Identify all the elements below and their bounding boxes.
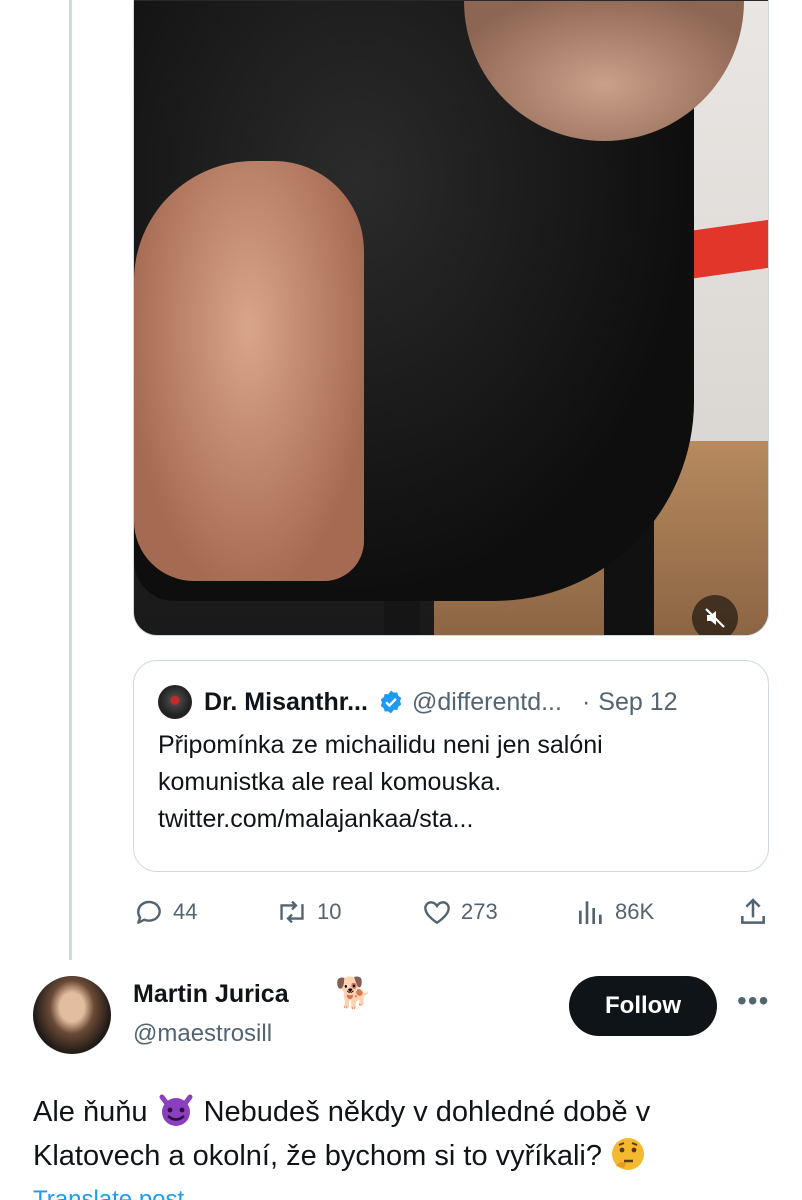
verified-badge-icon — [378, 689, 404, 715]
like-button[interactable]: 273 — [421, 896, 498, 928]
smiling-devil-emoji-icon — [156, 1093, 196, 1127]
like-count: 273 — [461, 899, 498, 924]
retweet-button[interactable]: 10 — [275, 896, 341, 928]
retweet-icon — [280, 900, 304, 924]
reply-text-line-2: Klatovech a okolní, že bychom si to vyří… — [33, 1134, 773, 1178]
reply-author-row: Martin Jurica 🐕 @maestrosill Follow ••• — [33, 976, 793, 1056]
quoted-avatar[interactable] — [158, 685, 192, 719]
more-options-icon[interactable]: ••• — [737, 987, 769, 1015]
video-scene-person-arm — [134, 161, 364, 581]
author-name[interactable]: Martin Jurica — [133, 980, 289, 1009]
thinking-face-emoji-icon — [610, 1136, 646, 1172]
author-avatar[interactable] — [33, 976, 111, 1054]
reply-button[interactable]: 44 — [133, 896, 197, 928]
quoted-author-handle[interactable]: @differentd... — [412, 688, 562, 717]
views-chart-icon — [579, 901, 602, 924]
share-icon — [741, 898, 765, 924]
author-name-emoji: 🐕 — [335, 976, 373, 1011]
reply-tweet-text: Ale ňuňu Nebudeš někdy v dohledné době v… — [33, 1090, 773, 1178]
reply-text-part: Nebudeš někdy v dohledné době v — [195, 1096, 651, 1128]
retweet-count: 10 — [317, 899, 342, 924]
header-separator: · — [581, 687, 591, 716]
quoted-author-name[interactable]: Dr. Misanthr... — [204, 688, 368, 717]
video-media[interactable] — [133, 0, 769, 636]
thread-connector-line — [69, 0, 72, 960]
reply-icon — [137, 900, 161, 924]
quoted-tweet-header: Dr. Misanthr... @differentd... · Sep 12 — [158, 685, 744, 719]
translate-post-link[interactable]: Translate post — [33, 1186, 184, 1200]
share-button[interactable] — [737, 896, 777, 928]
heart-icon — [424, 901, 450, 925]
author-handle[interactable]: @maestrosill — [133, 1020, 272, 1048]
mute-button[interactable] — [692, 595, 738, 635]
tweet-actions-bar: 44 10 273 86K — [133, 896, 773, 932]
views-count: 86K — [615, 899, 655, 924]
quoted-date[interactable]: Sep 12 — [598, 688, 677, 717]
reply-count: 44 — [173, 899, 198, 924]
quoted-text-line: komunistka ale real komouska. — [158, 768, 502, 796]
quoted-text-line: Připomínka ze michailidu neni jen salóni — [158, 731, 603, 759]
quoted-tweet-text: Připomínka ze michailidu neni jen salóni… — [158, 727, 744, 838]
quoted-tweet[interactable]: Dr. Misanthr... @differentd... · Sep 12 … — [133, 660, 769, 872]
reply-text-part: Klatovech a okolní, že bychom si to vyří… — [33, 1140, 611, 1172]
reply-text-part: Ale ňuňu — [33, 1096, 156, 1128]
quoted-link[interactable]: twitter.com/malajankaa/sta... — [158, 801, 744, 838]
speaker-muted-icon — [705, 608, 725, 628]
reply-text-line-1: Ale ňuňu Nebudeš někdy v dohledné době v — [33, 1090, 773, 1134]
follow-button[interactable]: Follow — [569, 976, 717, 1036]
views-button[interactable]: 86K — [575, 896, 654, 928]
